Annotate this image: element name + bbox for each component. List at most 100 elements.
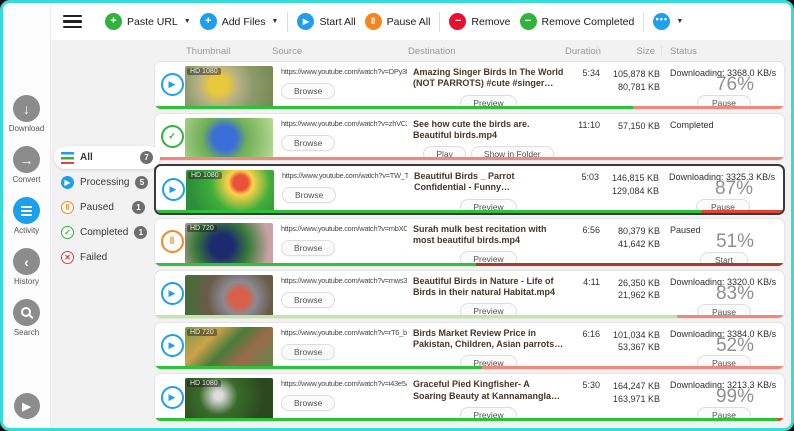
filter-paused[interactable]: ‖ Paused 1 <box>54 196 152 219</box>
browse-button[interactable]: Browse <box>281 83 335 99</box>
filter-label: Processing <box>80 177 129 188</box>
video-thumbnail <box>185 275 273 317</box>
add-files-button[interactable]: + Add Files ▼ <box>200 13 279 30</box>
filter-completed[interactable]: ✓ Completed 1 <box>54 221 152 244</box>
activity-list-icon <box>13 197 40 224</box>
more-options-button[interactable]: ••• ▼ <box>653 13 683 30</box>
sidebar-item-history[interactable]: ‹ History <box>13 248 40 286</box>
progress-percent: 99% <box>692 387 778 408</box>
sidebar-item-download[interactable]: ↓ Download <box>9 95 45 133</box>
filter-label: Failed <box>80 252 107 263</box>
source-url: https://www.youtube.com/watch?v=zhVCZ3EW… <box>281 119 407 128</box>
header-source: Source <box>272 46 408 57</box>
pause-all-label: Pause All <box>387 16 431 28</box>
size-total: 146,815 KB <box>599 172 659 185</box>
progress-bar <box>155 315 784 318</box>
table-row[interactable]: ▶ https://www.youtube.com/watch?v=mws34s… <box>154 270 785 319</box>
failed-x-icon: ✕ <box>61 251 74 264</box>
table-row[interactable]: ‖ HD 720 https://www.youtube.com/watch?v… <box>154 218 785 267</box>
plus-icon: + <box>200 13 217 30</box>
sidebar: ↓ Download → Convert Activity ‹ History … <box>3 3 51 428</box>
convert-arrow-icon: → <box>13 146 40 173</box>
source-url: https://www.youtube.com/watch?v=DPy3Drfs… <box>281 67 407 76</box>
remove-label: Remove <box>471 16 510 28</box>
remove-completed-button[interactable]: − Remove Completed <box>520 13 635 30</box>
sidebar-item-label: Activity <box>14 226 39 235</box>
duration-value: 5:30 <box>568 378 600 390</box>
completed-check-icon: ✓ <box>61 226 74 239</box>
size-done: 163,971 KB <box>600 393 660 406</box>
quality-badge: HD 1080 <box>188 172 222 179</box>
progress-percent: 87% <box>691 179 777 200</box>
duration-value: 4:11 <box>568 275 600 287</box>
row-pause-icon[interactable]: ‖ <box>161 230 184 253</box>
filter-panel: All 7 ▶ Processing 5 ‖ Paused 1 ✓ Comple… <box>51 40 152 428</box>
browse-button[interactable]: Browse <box>281 344 335 360</box>
sidebar-item-activity[interactable]: Activity <box>13 197 40 235</box>
minus-icon: − <box>449 13 466 30</box>
filter-processing[interactable]: ▶ Processing 5 <box>54 171 152 194</box>
all-list-icon <box>61 152 74 164</box>
play-bottom-button[interactable]: ▶ <box>14 393 40 419</box>
table-row-selected[interactable]: ▶ HD 1080 https://www.youtube.com/watch?… <box>154 164 785 215</box>
row-play-icon[interactable]: ▶ <box>162 178 185 201</box>
content-area: All 7 ▶ Processing 5 ‖ Paused 1 ✓ Comple… <box>51 40 791 428</box>
start-all-button[interactable]: ▶ Start All <box>297 13 355 30</box>
pause-all-button[interactable]: ‖ Pause All <box>365 13 431 30</box>
row-play-icon[interactable]: ▶ <box>161 73 184 96</box>
source-url: https://www.youtube.com/watch?v=TW_TXtpA… <box>282 171 408 180</box>
video-title: Beautiful Birds _ Parrot Confidential - … <box>414 171 563 194</box>
sidebar-item-label: Convert <box>12 175 40 184</box>
table-row[interactable]: ▶ HD 1080 https://www.youtube.com/watch?… <box>154 61 785 110</box>
size-done: 129,084 KB <box>599 185 659 198</box>
progress-percent: 51% <box>692 232 778 253</box>
filter-all[interactable]: All 7 <box>54 146 160 169</box>
size-done: 53,367 KB <box>600 341 660 354</box>
video-title: Surah mulk best recitation with most bea… <box>413 224 564 247</box>
video-title: Graceful Pied Kingfisher- A Soaring Beau… <box>413 379 564 402</box>
filter-label: Completed <box>80 227 128 238</box>
header-thumbnail: Thumbnail <box>158 46 272 57</box>
header-duration: Duration <box>565 46 597 57</box>
video-thumbnail: HD 1080 <box>185 66 273 108</box>
row-play-icon[interactable]: ▶ <box>161 334 184 357</box>
table-row[interactable]: ▶ HD 1080 https://www.youtube.com/watch?… <box>154 373 785 422</box>
browse-button[interactable]: Browse <box>282 187 336 203</box>
browse-button[interactable]: Browse <box>281 135 335 151</box>
size-total: 101,034 KB <box>600 329 660 342</box>
filter-failed[interactable]: ✕ Failed <box>54 246 152 269</box>
table-row[interactable]: ▶ HD 720 https://www.youtube.com/watch?v… <box>154 322 785 371</box>
size-total: 57,150 KB <box>600 120 660 133</box>
size-done: 80,781 KB <box>600 81 660 94</box>
chevron-down-icon: ▼ <box>184 18 191 25</box>
remove-button[interactable]: − Remove <box>449 13 510 30</box>
toolbar-separator <box>643 12 644 32</box>
source-url: https://www.youtube.com/watch?v=mbXOICf8… <box>281 224 407 233</box>
video-thumbnail: HD 1080 <box>185 378 273 420</box>
paste-url-label: Paste URL <box>127 16 178 28</box>
hamburger-menu-icon[interactable] <box>63 15 82 29</box>
play-icon: ▶ <box>14 393 40 419</box>
paste-url-button[interactable]: + Paste URL ▼ <box>105 13 191 30</box>
play-icon: ▶ <box>297 13 314 30</box>
row-play-icon[interactable]: ▶ <box>161 386 184 409</box>
source-url: https://www.youtube.com/watch?v=rT6_b6DL… <box>281 328 407 337</box>
source-url: https://www.youtube.com/watch?v=i43e5ATJ… <box>281 379 407 388</box>
progress-bar <box>155 366 784 369</box>
video-title: Amazing Singer Birds In The World (NOT P… <box>413 67 564 90</box>
table-row[interactable]: ✓ https://www.youtube.com/watch?v=zhVCZ3… <box>154 113 785 161</box>
downloads-table: Thumbnail Source Destination Duration Si… <box>152 40 791 428</box>
start-all-label: Start All <box>319 16 355 28</box>
toolbar-separator <box>439 12 440 32</box>
table-header: Thumbnail Source Destination Duration Si… <box>154 40 785 61</box>
main-area: + Paste URL ▼ + Add Files ▼ ▶ Start All … <box>51 3 791 428</box>
video-title: Beautiful Birds in Nature - Life of Bird… <box>413 276 564 299</box>
row-play-icon[interactable]: ▶ <box>161 282 184 305</box>
progress-percent: 76% <box>692 75 778 96</box>
video-thumbnail: HD 720 <box>185 327 273 369</box>
sidebar-item-convert[interactable]: → Convert <box>12 146 40 184</box>
browse-button[interactable]: Browse <box>281 240 335 256</box>
browse-button[interactable]: Browse <box>281 292 335 308</box>
browse-button[interactable]: Browse <box>281 395 335 411</box>
sidebar-item-search[interactable]: Search <box>13 299 40 337</box>
